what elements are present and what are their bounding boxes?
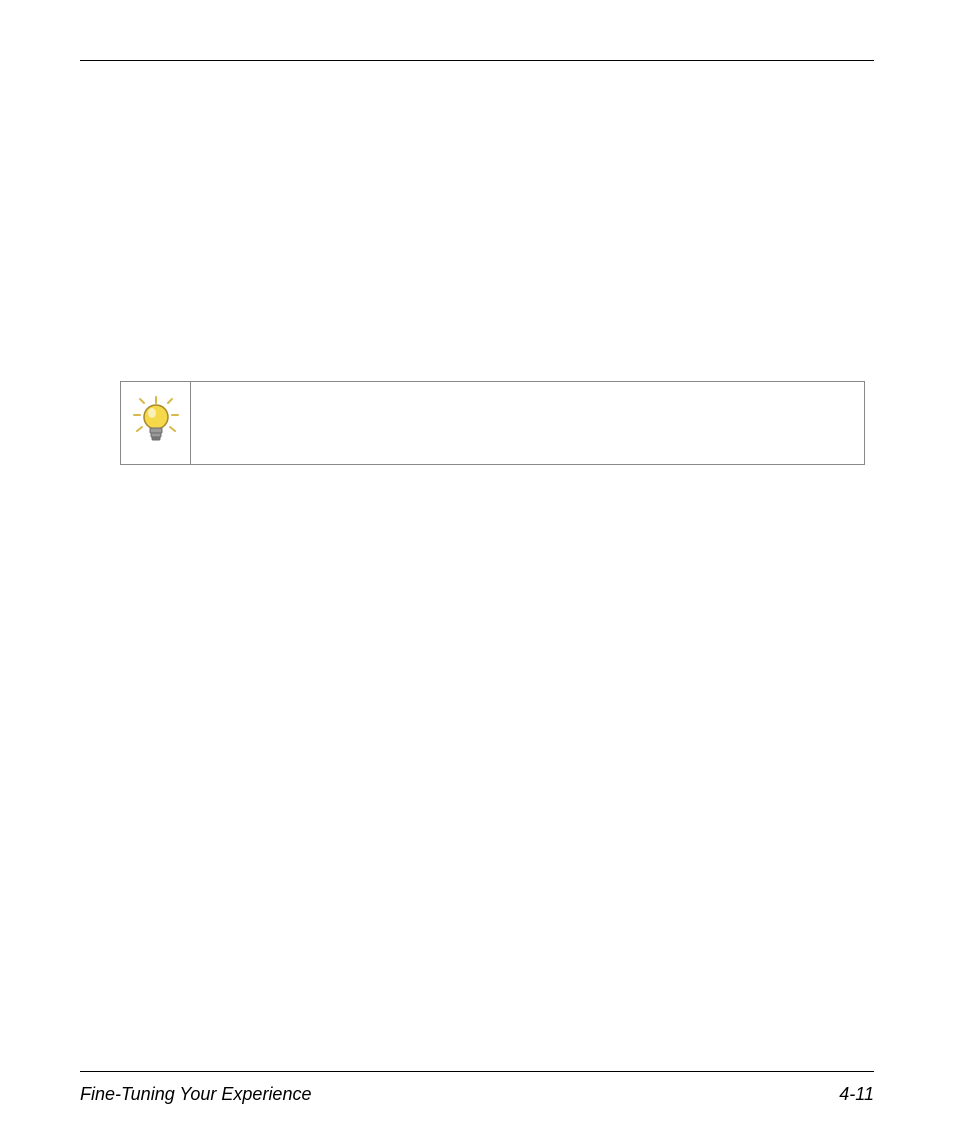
header-rule — [80, 60, 874, 61]
lightbulb-tip-icon — [132, 395, 180, 452]
footer-section-title: Fine-Tuning Your Experience — [80, 1084, 311, 1105]
tip-content — [191, 382, 864, 464]
page-footer: Fine-Tuning Your Experience 4-11 — [80, 1071, 874, 1105]
tip-icon-cell — [121, 382, 191, 464]
document-page: Fine-Tuning Your Experience 4-11 — [0, 0, 954, 1145]
footer-row: Fine-Tuning Your Experience 4-11 — [80, 1084, 874, 1105]
footer-page-number: 4-11 — [839, 1084, 874, 1105]
tip-callout-box — [120, 381, 865, 465]
footer-rule — [80, 1071, 874, 1072]
